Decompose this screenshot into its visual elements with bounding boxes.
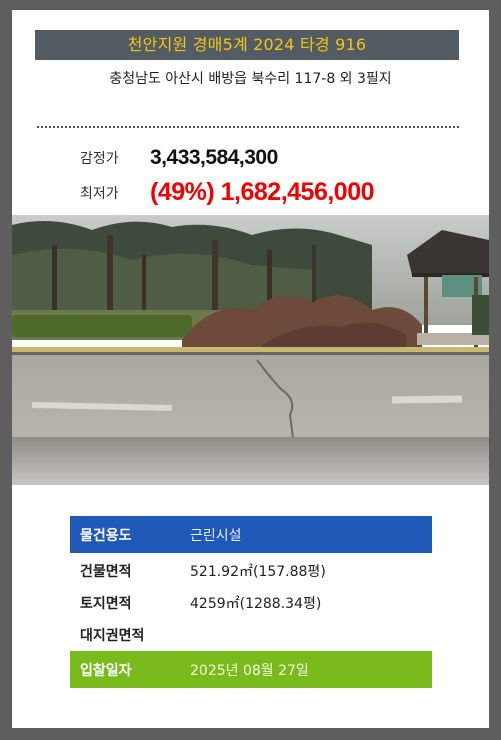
dotted-divider xyxy=(37,126,459,128)
building-area-value: 521.92㎡(157.88평) xyxy=(190,564,326,580)
bid-date-label: 입찰일자 xyxy=(80,662,132,679)
minimum-price-value: (49%) 1,682,456,000 xyxy=(150,178,375,206)
bid-date-value: 2025년 08월 27일 xyxy=(190,662,309,679)
minimum-price-label: 최저가 xyxy=(80,185,119,202)
land-rights-label: 대지권면적 xyxy=(80,628,145,644)
usage-value: 근린시설 xyxy=(190,527,242,544)
bid-date-row: 입찰일자 2025년 08월 27일 xyxy=(70,651,432,688)
case-title: 천안지원 경매5계 2024 타경 916 xyxy=(35,30,459,60)
minimum-price-row: 최저가 (49%) 1,682,456,000 xyxy=(80,178,375,207)
property-address: 충청남도 아산시 배방읍 북수리 117-8 외 3필지 xyxy=(109,71,392,87)
appraisal-row: 감정가 3,433,584,300 xyxy=(80,146,278,170)
land-area-value: 4259㎡(1288.34평) xyxy=(190,596,322,612)
usage-label: 물건용도 xyxy=(80,527,132,544)
property-photo xyxy=(12,215,489,485)
appraisal-value: 3,433,584,300 xyxy=(150,146,278,169)
land-area-label: 토지면적 xyxy=(80,596,132,612)
auction-card: 천안지원 경매5계 2024 타경 916 충청남도 아산시 배방읍 북수리 1… xyxy=(12,10,489,728)
property-details: 물건용도 근린시설 건물면적 521.92㎡(157.88평) 토지면적 425… xyxy=(70,516,432,688)
usage-row: 물건용도 근린시설 xyxy=(70,516,432,553)
appraisal-label: 감정가 xyxy=(80,151,119,167)
building-area-row: 건물면적 521.92㎡(157.88평) xyxy=(70,555,432,587)
land-rights-row: 대지권면적 xyxy=(70,619,432,651)
land-area-row: 토지면적 4259㎡(1288.34평) xyxy=(70,587,432,619)
building-area-label: 건물면적 xyxy=(80,564,132,580)
